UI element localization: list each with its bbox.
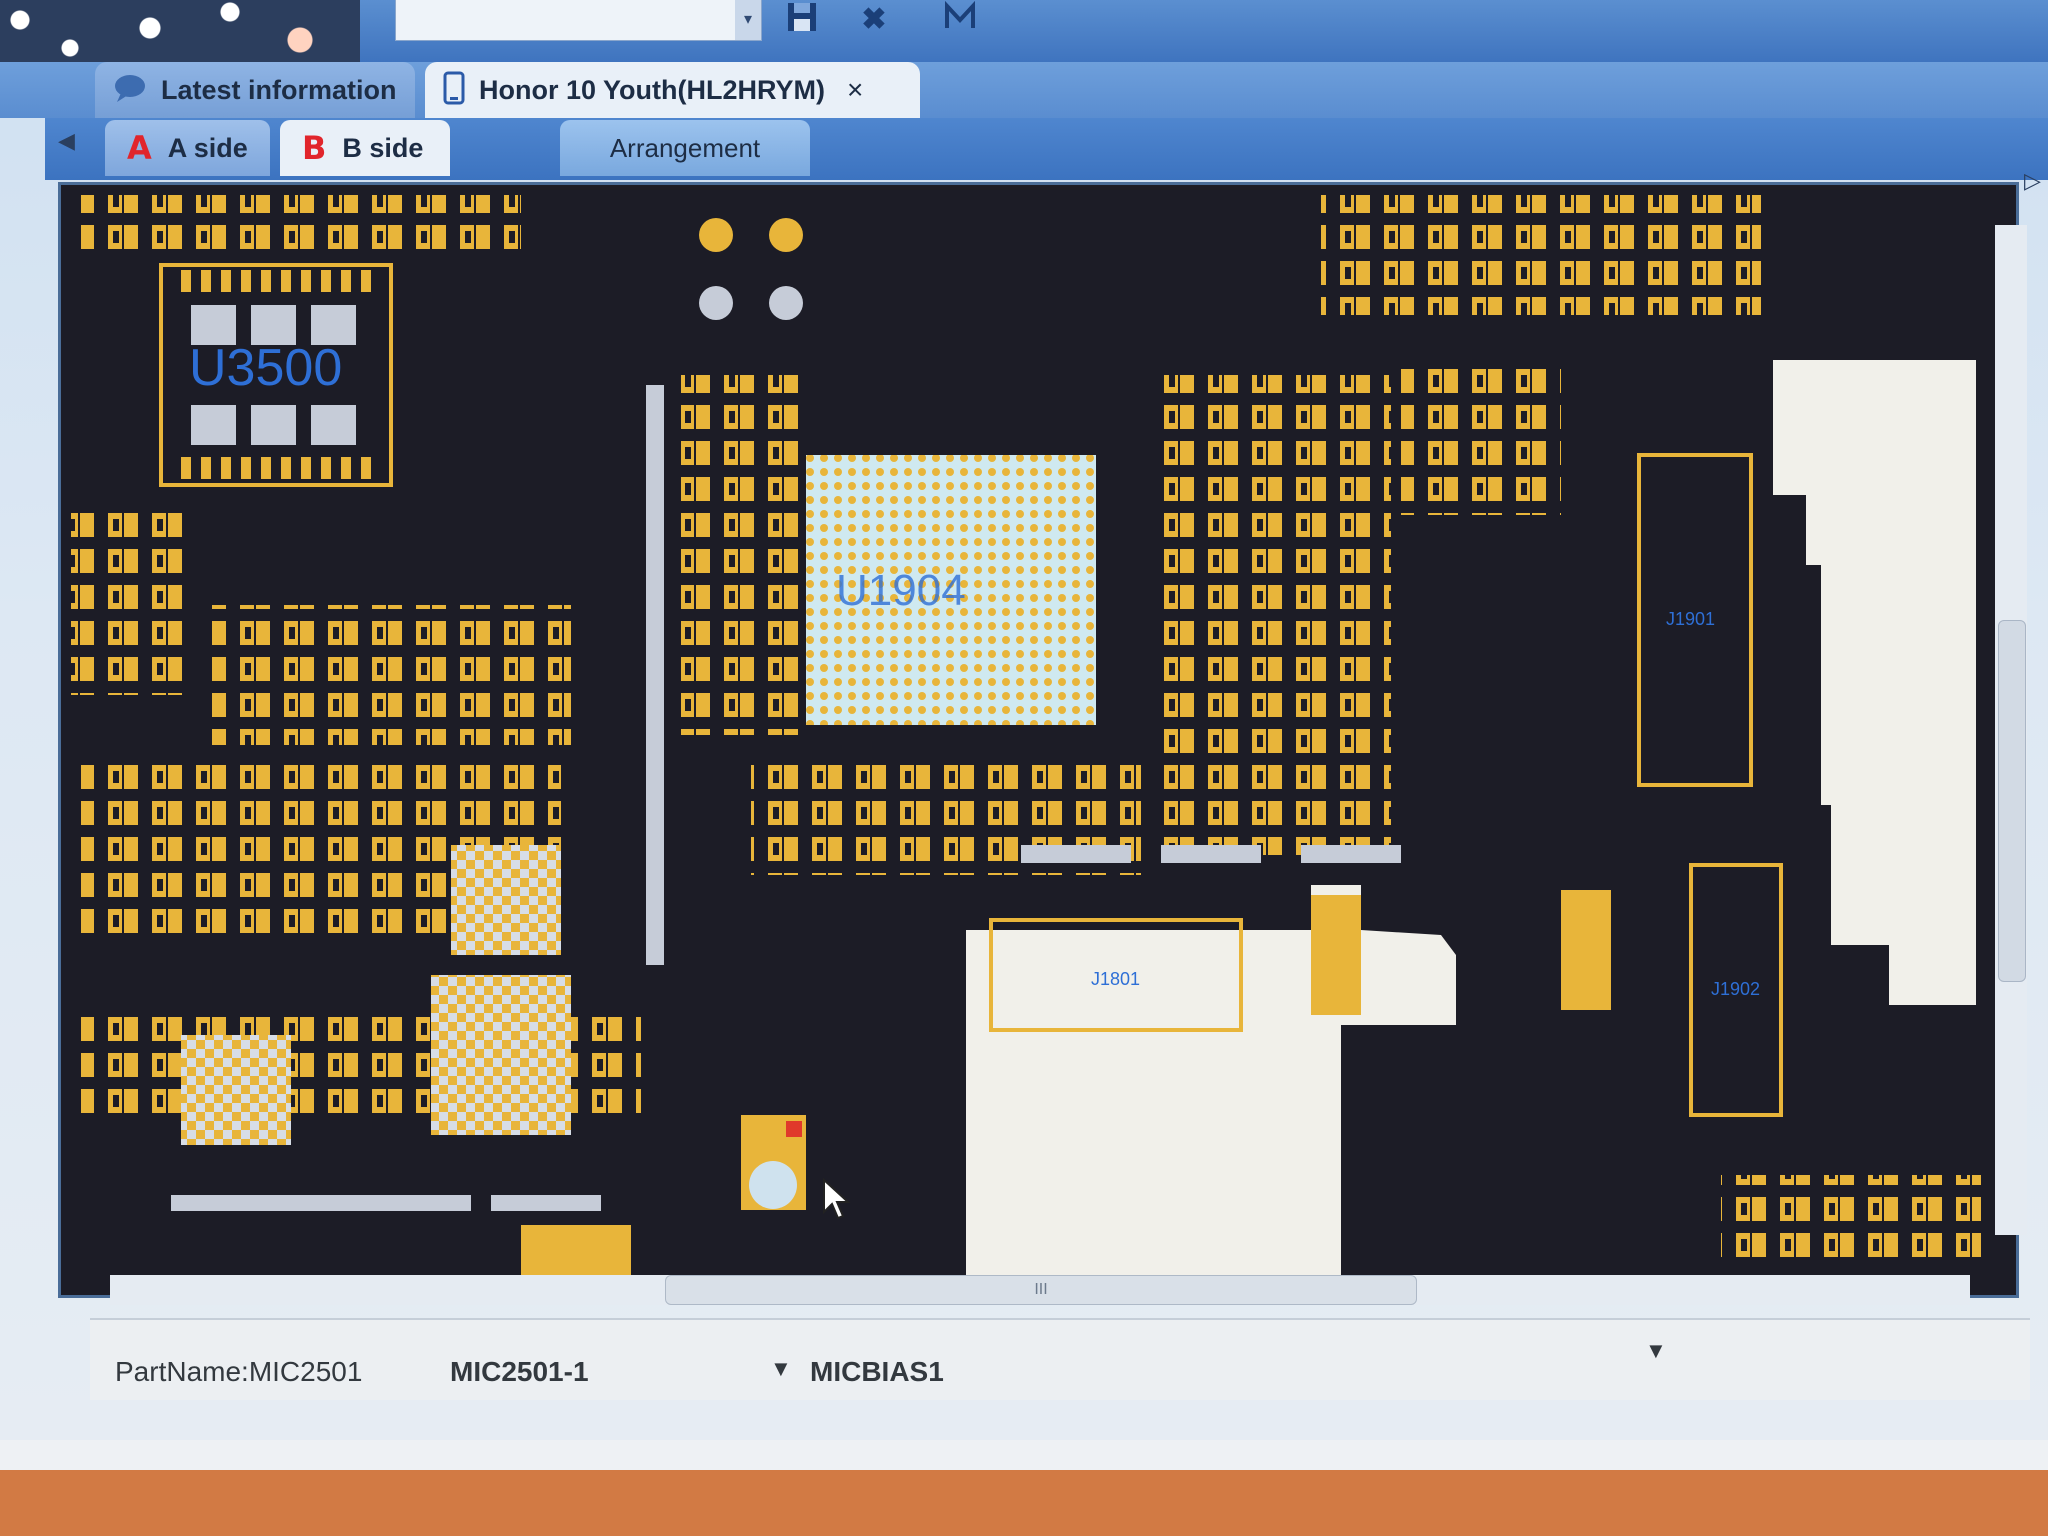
tab-label: A side: [167, 132, 248, 163]
tab-a-side[interactable]: A A side: [105, 120, 270, 176]
speech-bubble-icon: [113, 73, 147, 108]
desk-edge: [0, 1470, 2048, 1536]
tab-label: Latest information: [161, 74, 397, 105]
smd-field-center-left: [681, 375, 801, 735]
mouse-cursor-icon: [823, 1178, 851, 1220]
tab-arrangement[interactable]: Arrangement: [560, 120, 810, 176]
part-name-label: PartName:MIC2501: [115, 1356, 363, 1387]
smd-field-top-left: [81, 195, 521, 255]
test-point: [699, 286, 733, 320]
a-side-icon: A: [127, 129, 152, 167]
boardview-window: ▾ ✖ Latest information Honor 10 Youth(HL…: [0, 0, 2048, 1536]
gold-pad-1: [1311, 895, 1361, 1015]
j1801-label: J1801: [1091, 969, 1140, 989]
smd-field-left: [71, 505, 191, 695]
mic2501-pin-1[interactable]: [786, 1121, 802, 1137]
smd-field-right: [1401, 365, 1561, 515]
status-bar: [90, 1318, 2030, 1400]
scroll-right-icon[interactable]: ▷: [2024, 168, 2041, 194]
pin-label: MIC2501-1: [450, 1356, 589, 1387]
save-icon[interactable]: [780, 0, 824, 40]
smd-field-center: [1151, 375, 1391, 855]
tab-b-side[interactable]: B B side: [280, 120, 450, 176]
test-point: [699, 218, 733, 252]
net-dropdown-icon[interactable]: ▼: [770, 1356, 792, 1382]
close-x-icon[interactable]: ✖: [852, 0, 896, 40]
pcb-board[interactable]: U3500 U1904 J1901 J1902 J1801: [61, 185, 2016, 1295]
chip-checker-2: [431, 975, 571, 1135]
scroll-left-icon[interactable]: ◀: [58, 128, 75, 154]
horizontal-scroll-thumb[interactable]: III: [665, 1275, 1417, 1305]
smd-field-mid-left: [211, 605, 571, 745]
status-dropdown-icon[interactable]: ▼: [1645, 1338, 1667, 1364]
mic2501-port: [749, 1161, 797, 1209]
chip-checker-1: [451, 845, 561, 955]
test-point: [769, 218, 803, 252]
tab-latest-information[interactable]: Latest information: [95, 62, 415, 118]
close-tab-icon[interactable]: ×: [847, 74, 863, 106]
tab-label: B side: [342, 132, 424, 163]
smd-field-bottom-right: [1721, 1175, 1981, 1265]
tab-label: Honor 10 Youth(HL2HRYM): [479, 74, 825, 105]
b-side-icon: B: [302, 129, 327, 167]
j1902-label: J1902: [1711, 979, 1760, 999]
toolbar-combobox[interactable]: ▾: [395, 0, 762, 41]
window-bottom: [0, 1440, 2048, 1470]
background-lights: [0, 0, 360, 62]
net-label: MICBIAS1: [810, 1356, 944, 1387]
combobox-arrow-icon[interactable]: ▾: [735, 0, 761, 40]
tab-device[interactable]: Honor 10 Youth(HL2HRYM) ×: [425, 62, 920, 118]
tab-label: Arrangement: [609, 132, 761, 163]
j1901-label: J1901: [1666, 609, 1715, 629]
measure-icon[interactable]: [938, 0, 982, 40]
test-point: [769, 286, 803, 320]
gold-pad-3: [521, 1225, 631, 1280]
gold-pad-2: [1561, 890, 1611, 1010]
vertical-scroll-thumb[interactable]: [1998, 620, 2026, 982]
u3500-label: U3500: [189, 339, 342, 397]
board-viewport[interactable]: U3500 U1904 J1901 J1902 J1801: [58, 182, 2019, 1298]
u1904-label: U1904: [836, 566, 966, 615]
phone-icon: [443, 71, 465, 110]
smd-field-top-right: [1321, 195, 1761, 315]
chip-checker-3: [181, 1035, 291, 1145]
